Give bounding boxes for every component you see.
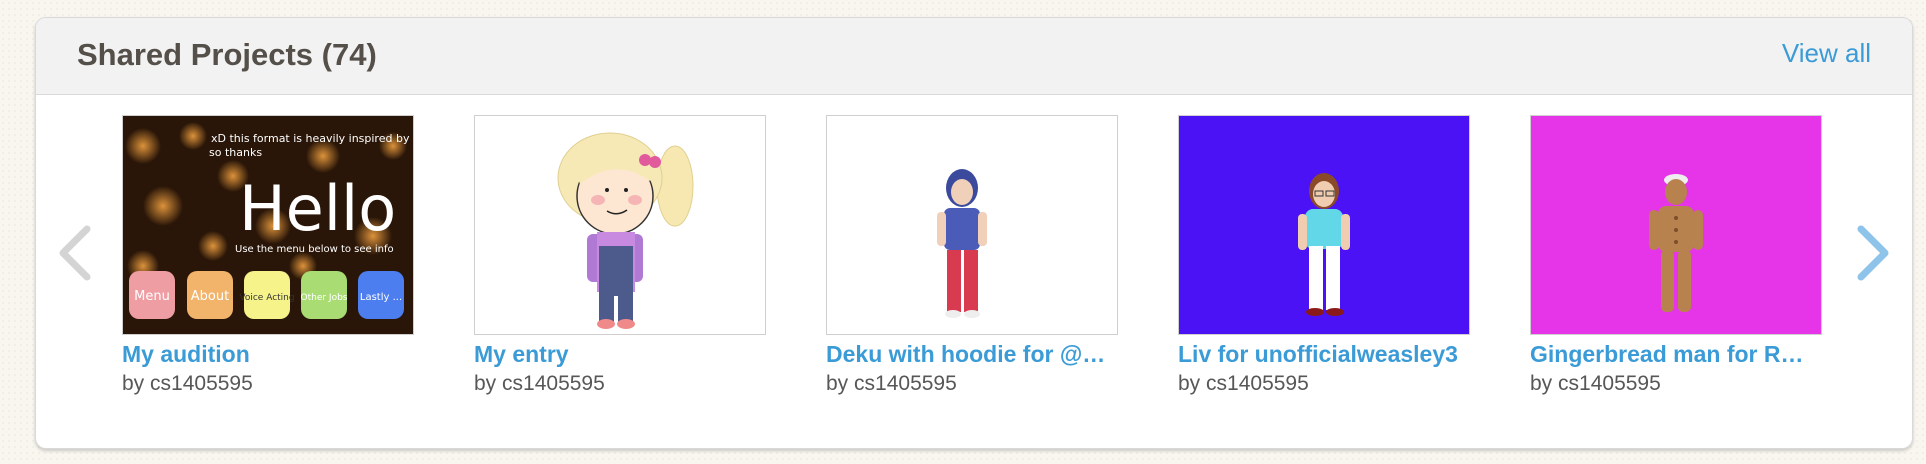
by-label: by [1178, 372, 1201, 395]
thumb-btn-menu: Menu [134, 289, 170, 304]
project-thumbnail[interactable] [1530, 115, 1822, 335]
author-link[interactable]: cs1405595 [1558, 372, 1661, 395]
project-card: xD this format is heavily inspired by so… [122, 115, 414, 396]
author-link[interactable]: cs1405595 [502, 372, 605, 395]
project-card: My entry by cs1405595 [474, 115, 766, 396]
author-link[interactable]: cs1405595 [150, 372, 253, 395]
project-thumbnail[interactable]: xD this format is heavily inspired by so… [122, 115, 414, 335]
thumb-caption-line1: xD this format is heavily inspired by [211, 132, 410, 145]
thumb-btn-other: Other Jobs [301, 293, 348, 303]
project-thumbnail[interactable] [826, 115, 1118, 335]
project-thumbnail[interactable] [474, 115, 766, 335]
thumb-btn-lastly: Lastly ... [360, 292, 402, 303]
project-title-link[interactable]: My audition [122, 341, 414, 368]
box-header: Shared Projects (74) View all [36, 18, 1912, 95]
project-title-link[interactable]: Liv for unofficialweasley3 [1178, 341, 1470, 368]
by-label: by [826, 372, 849, 395]
project-thumbnail[interactable] [1178, 115, 1470, 335]
thumb-instruction: Use the menu below to see info [235, 244, 394, 255]
thumb-btn-about: About [191, 289, 229, 304]
author-link[interactable]: cs1405595 [854, 372, 957, 395]
thumb-btn-voice: Voice Acting [239, 293, 294, 303]
project-author-line: by cs1405595 [1178, 372, 1470, 396]
project-card: Gingerbread man for R… by cs1405595 [1530, 115, 1822, 396]
project-title-link[interactable]: Gingerbread man for R… [1530, 341, 1822, 368]
project-card: Liv for unofficialweasley3 by cs1405595 [1178, 115, 1470, 396]
thumb-hello: Hello [239, 172, 396, 245]
by-label: by [1530, 372, 1553, 395]
project-title-link[interactable]: My entry [474, 341, 766, 368]
project-author-line: by cs1405595 [826, 372, 1118, 396]
chevron-left-icon [59, 225, 91, 281]
view-all-link[interactable]: View all [1782, 38, 1871, 69]
carousel-next-button[interactable] [1853, 223, 1893, 283]
shared-projects-box: Shared Projects (74) View all xD this fo… [35, 17, 1913, 449]
section-title: Shared Projects (74) [77, 37, 377, 72]
project-title-link[interactable]: Deku with hoodie for @… [826, 341, 1118, 368]
thumb-caption-line2: so thanks [209, 146, 262, 159]
project-author-line: by cs1405595 [1530, 372, 1822, 396]
project-card: Deku with hoodie for @… by cs1405595 [826, 115, 1118, 396]
chevron-right-icon [1857, 225, 1889, 281]
carousel-prev-button[interactable] [55, 223, 95, 283]
by-label: by [122, 372, 145, 395]
project-author-line: by cs1405595 [122, 372, 414, 396]
author-link[interactable]: cs1405595 [1206, 372, 1309, 395]
project-author-line: by cs1405595 [474, 372, 766, 396]
by-label: by [474, 372, 497, 395]
